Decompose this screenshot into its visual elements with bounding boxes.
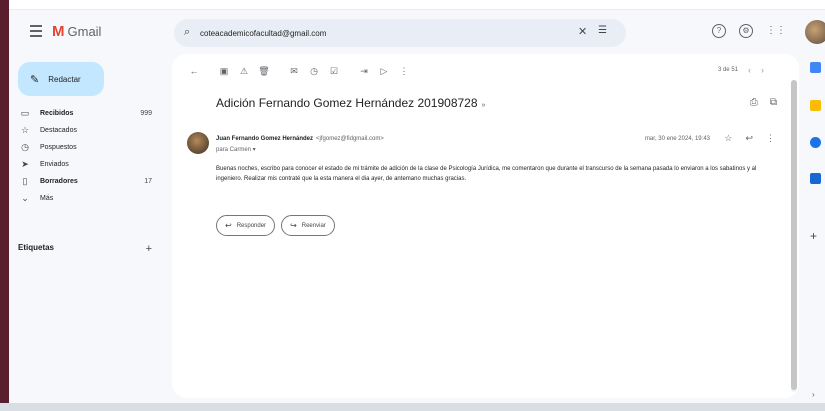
tasks-icon[interactable] [810,137,821,148]
pencil-icon: ✎ [30,73,40,86]
compose-button[interactable]: ✎ Redactar [18,62,104,96]
sidebar-item-label: Recibidos [40,110,74,117]
forward-icon: ↪ [290,221,297,230]
sidebar-item-more[interactable]: ⌄ Más [18,190,158,207]
move-to-icon[interactable]: ⇥ [354,66,374,77]
sidebar-item-label: Enviados [40,161,69,168]
contacts-icon[interactable] [810,173,821,184]
main-menu-icon[interactable] [26,22,46,42]
forward-label: Reenviar [301,222,326,229]
chevron-down-icon: ⌄ [21,193,29,203]
sidebar-item-snoozed[interactable]: ◷ Pospuestos [18,139,158,156]
reply-label: Responder [236,222,267,229]
sender-name: Juan Fernando Gomez Hernández [216,136,314,142]
subject-text: Adición Fernando Gomez Hernández 2019087… [216,96,478,110]
report-spam-icon[interactable]: ⚠ [234,66,254,77]
window-left-edge [0,0,9,411]
compose-label: Redactar [48,74,81,84]
pagination-text: 3 de 51 [717,67,738,73]
message-body: Buenas noches, escribo para conocer el e… [216,166,757,182]
print-icon[interactable]: ⎙ [750,97,758,108]
message-date: mar, 30 ene 2024, 19:43 [644,136,710,142]
back-arrow-icon[interactable]: ← [184,66,204,76]
chevron-right-icon[interactable]: › [761,65,764,75]
add-addon-icon[interactable]: + [810,229,817,243]
more-options-icon[interactable]: ⋮ [394,66,414,77]
side-panel: + › [806,54,825,403]
subject-actions: ⎙ ⧉ [750,97,777,108]
reply-icon[interactable]: ↩ [745,133,753,144]
window-top-edge [0,0,825,10]
sidebar-item-sent[interactable]: ➤ Enviados [18,156,158,173]
sidebar-item-starred[interactable]: ☆ Destacados [18,122,158,139]
unread-count: 999 [140,110,152,117]
keep-icon[interactable] [810,100,821,111]
sender-avatar [187,132,209,154]
apps-grid-icon[interactable]: ⋮⋮ [766,24,786,38]
account-avatar[interactable] [805,20,825,44]
star-icon: ☆ [20,125,30,135]
chevron-right-icon[interactable]: › [812,390,815,399]
more-vert-icon[interactable]: ⋮ [766,133,775,144]
search-bar: ⌕ ✕ ☰ [174,19,626,47]
pagination: 3 de 51 ‹ › [718,65,764,75]
close-icon[interactable]: ✕ [578,25,587,38]
reply-actions: ↩ Responder ↪ Reenviar [216,215,335,236]
scrollbar-thumb[interactable] [791,80,797,390]
forward-button[interactable]: ↪ Reenviar [281,215,335,236]
mark-unread-icon[interactable]: ✉ [284,66,304,77]
gmail-logo[interactable]: M Gmail [52,23,101,40]
sidebar-item-label: Más [40,195,54,202]
message-actions: ☆ ↩ ⋮ [724,133,775,144]
labels-title: Etiquetas [18,243,55,252]
importance-marker-icon[interactable]: » [482,102,486,109]
sender-email: <jfgomez@fidgmail.com> [316,136,384,142]
labels-header: Etiquetas + [18,243,158,255]
sidebar-item-label: Destacados [40,127,77,134]
calendar-icon[interactable] [810,62,821,73]
help-icon[interactable]: ? [712,24,726,38]
top-bar: M Gmail ⌕ ✕ ☰ ? ⚙ ⋮⋮ [9,10,825,54]
search-icon[interactable]: ⌕ [184,26,190,39]
reply-button[interactable]: ↩ Responder [216,215,276,236]
gmail-m-icon: M [52,23,64,40]
message-toolbar: ← ▣ ⚠ 🗑 ✉ ◷ ☑ ⇥ ▷ ⋮ 3 de 51 ‹ › [184,62,784,80]
search-input[interactable] [200,25,570,41]
sidebar-item-inbox[interactable]: ▭ Recibidos 999 [18,105,158,122]
inbox-icon: ▭ [20,108,30,118]
scrollbar[interactable] [791,80,797,392]
sidebar-nav: ▭ Recibidos 999 ☆ Destacados ◷ Pospuesto… [18,105,158,207]
open-new-window-icon[interactable]: ⧉ [770,97,777,108]
send-icon: ➤ [21,159,29,169]
snooze-icon[interactable]: ◷ [304,66,324,77]
archive-icon[interactable]: ▣ [214,66,234,77]
sidebar-item-label: Pospuestos [40,144,77,151]
chevron-left-icon[interactable]: ‹ [748,65,751,75]
top-right-icons: ? ⚙ ⋮⋮ [712,24,786,38]
gear-icon[interactable]: ⚙ [739,24,753,38]
message-pane: ← ▣ ⚠ 🗑 ✉ ◷ ☑ ⇥ ▷ ⋮ 3 de 51 ‹ › Adición … [172,54,799,398]
trash-icon[interactable]: 🗑 [254,66,274,77]
add-task-icon[interactable]: ☑ [324,66,344,77]
add-label-icon[interactable]: + [146,243,152,255]
label-icon[interactable]: ▷ [374,66,394,77]
star-icon[interactable]: ☆ [724,133,732,144]
gmail-logo-text: Gmail [67,24,102,39]
draft-count: 17 [144,178,152,185]
clock-icon: ◷ [21,142,29,152]
sidebar-item-drafts[interactable]: ▯ Borradores 17 [18,173,158,190]
sidebar-item-label: Borradores [40,178,78,185]
email-subject: Adición Fernando Gomez Hernández 2019087… [216,96,485,110]
draft-icon: ▯ [22,176,28,186]
reply-icon: ↩ [225,221,232,230]
tune-icon[interactable]: ☰ [598,25,607,36]
window-bottom-edge [0,403,825,411]
recipient-dropdown[interactable]: para Carmen ▾ [216,146,256,153]
sender-line: Juan Fernando Gomez Hernández <jfgomez@fi… [216,136,384,142]
